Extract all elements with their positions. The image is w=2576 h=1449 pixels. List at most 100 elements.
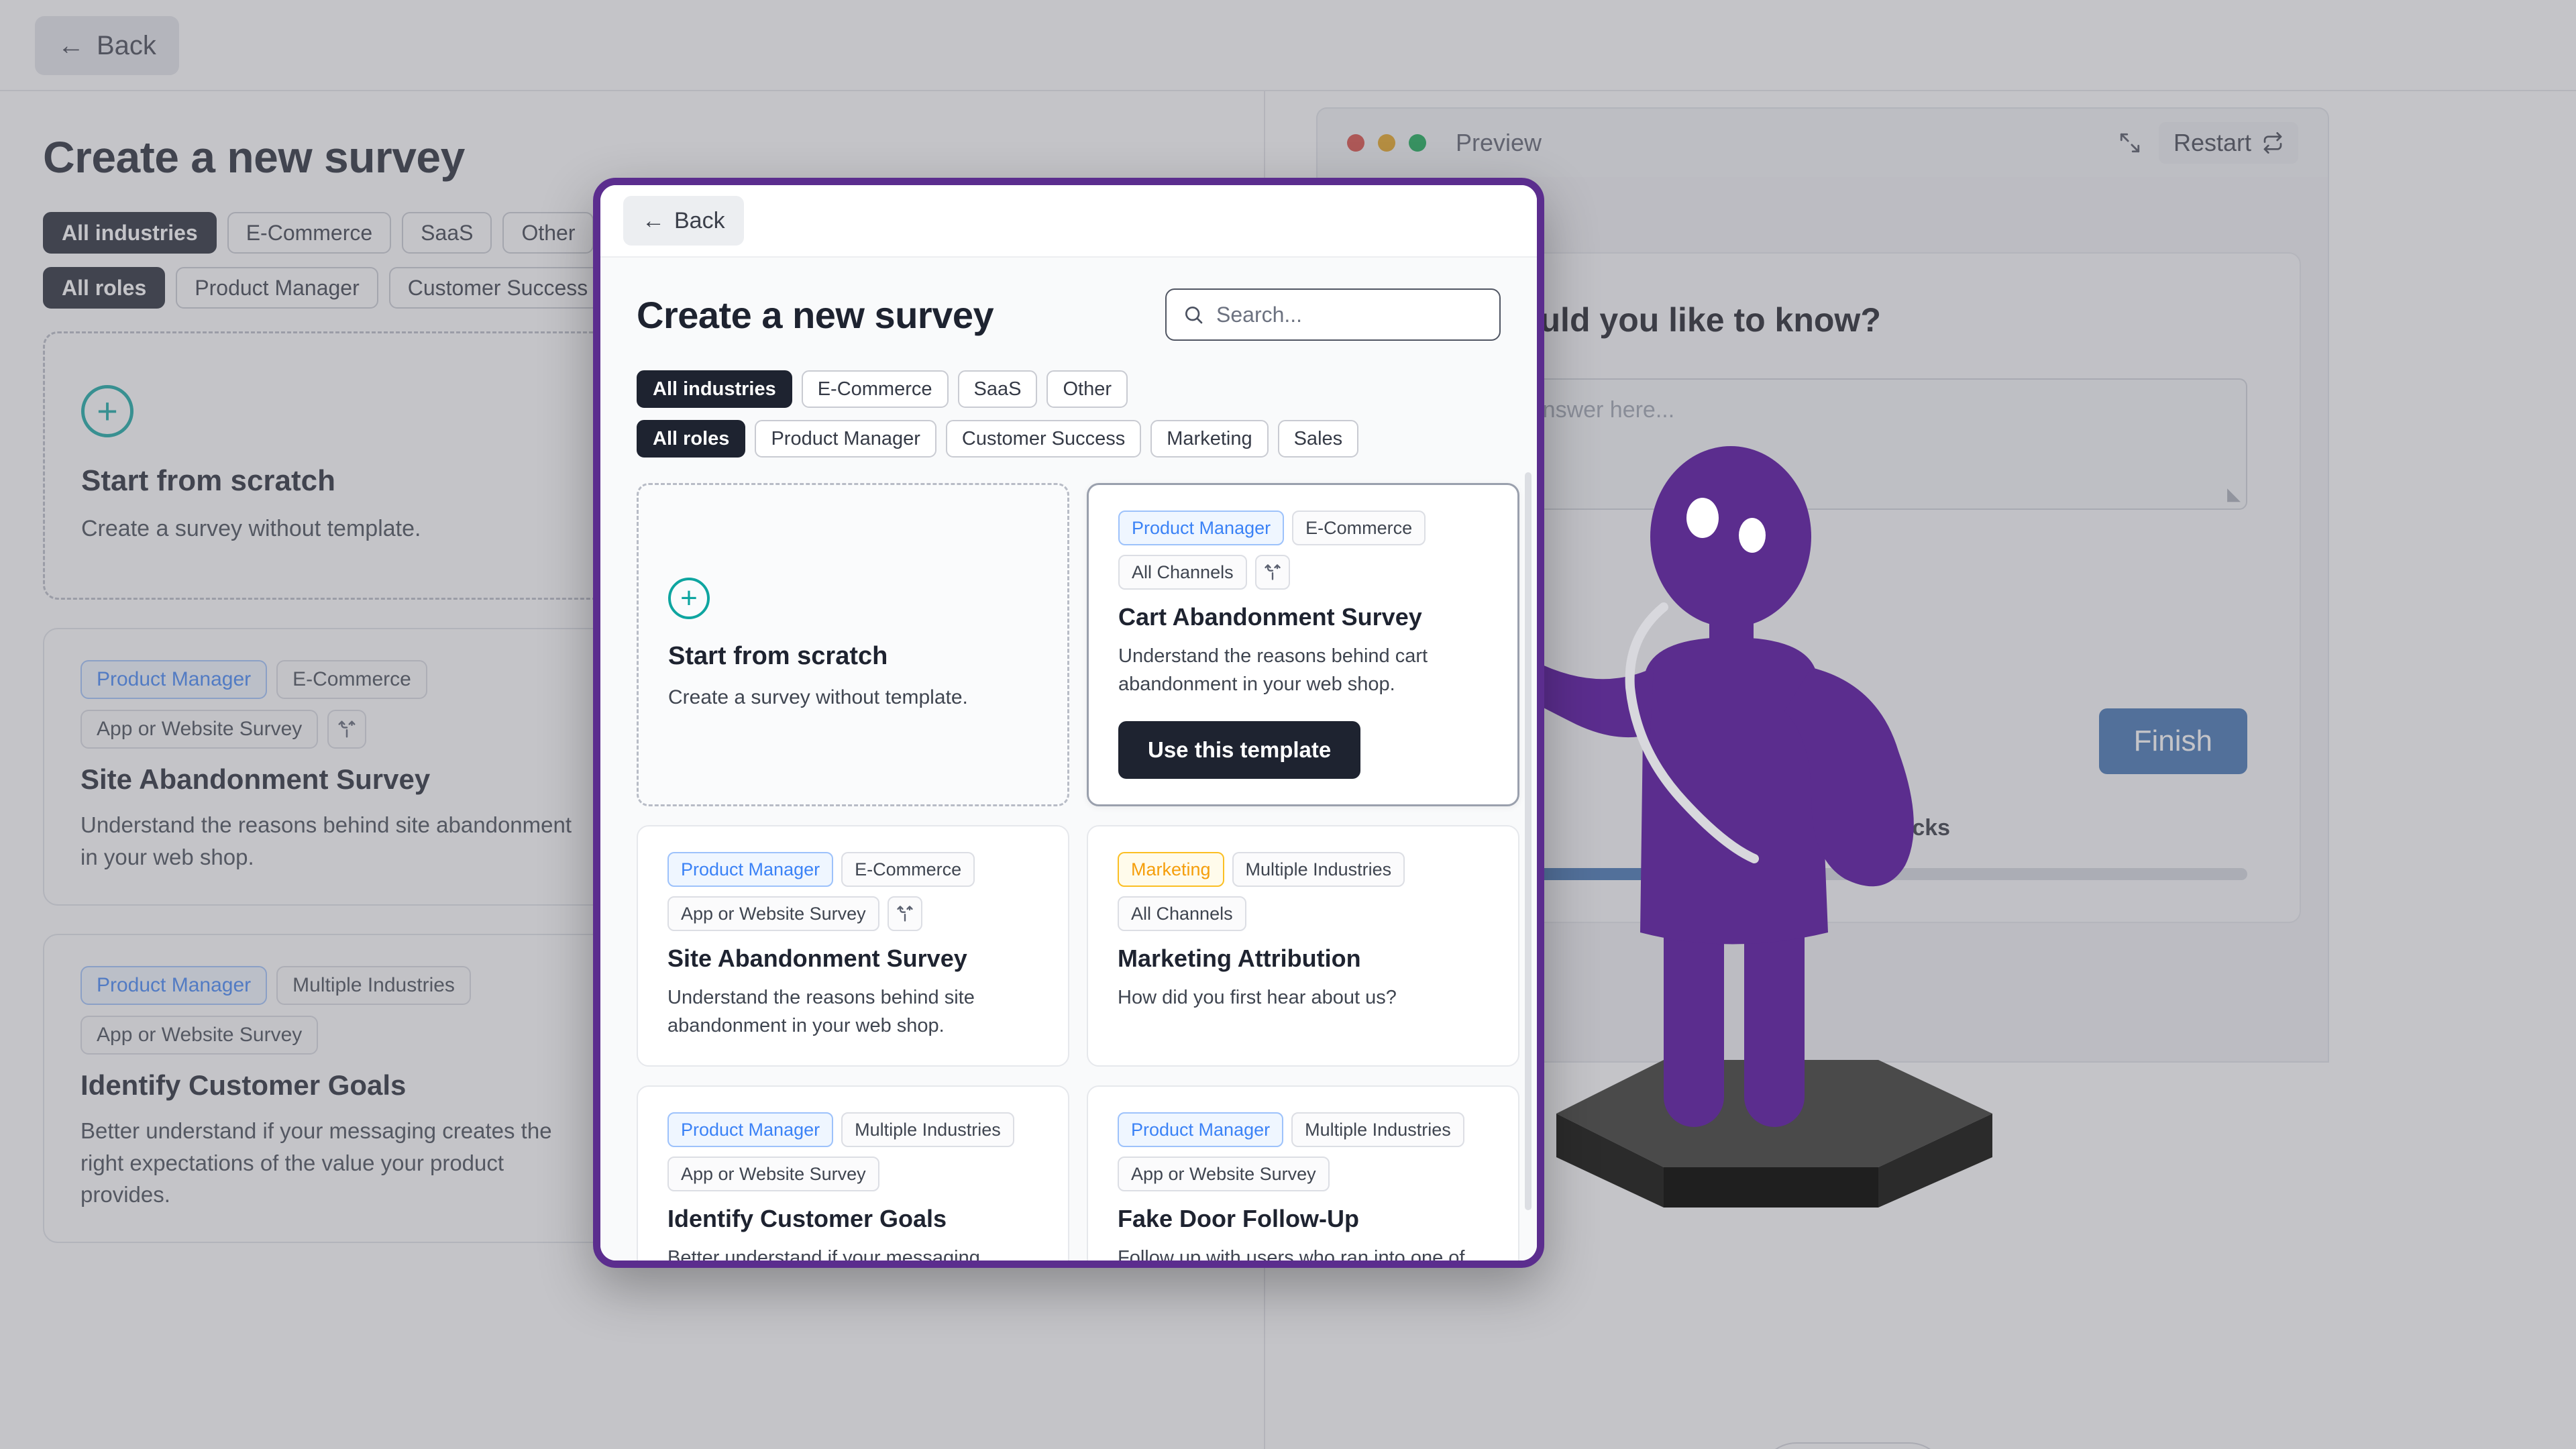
tag-industry: E-Commerce (276, 660, 427, 699)
back-arrow-icon: ← (58, 31, 85, 60)
tag-channel: All Channels (1118, 555, 1247, 590)
app-back-label: Back (97, 30, 156, 60)
modal-search-field[interactable]: Search... (1165, 288, 1501, 341)
restart-icon (2262, 132, 2284, 154)
app-back-button[interactable]: ← Back (35, 16, 179, 75)
card-description: Follow up with users who ran into one of… (1118, 1247, 1465, 1260)
card-title: Site Abandonment Survey (667, 945, 967, 973)
branching-icon (887, 896, 922, 932)
background-page-title: Create a new survey (43, 132, 465, 182)
tag-channel: All Channels (1118, 896, 1246, 932)
tag-industry: E-Commerce (841, 852, 975, 888)
maximize-dot-icon[interactable] (1409, 134, 1426, 152)
card-tags-row-1: Marketing Multiple Industries (1118, 852, 1489, 888)
bg-card-tags: Product Manager E-Commerce (80, 660, 582, 699)
device-toggle[interactable] (1759, 1442, 1947, 1449)
tag-channel: App or Website Survey (667, 896, 879, 932)
bg-start-from-scratch-card[interactable]: + Start from scratch Create a survey wit… (43, 331, 620, 600)
bg-card2-tags-2: App or Website Survey (80, 1015, 582, 1055)
template-picker-modal: ← Back Create a new survey Search... All… (593, 178, 1544, 1268)
bg-role-pm[interactable]: Product Manager (176, 267, 378, 309)
modal-role-all[interactable]: All roles (637, 420, 746, 458)
modal-industry-other[interactable]: Other (1046, 370, 1128, 408)
finish-button[interactable]: Finish (2098, 708, 2247, 774)
plus-circle-icon: + (668, 577, 710, 619)
preview-window-chrome: Preview Restart (1316, 107, 2329, 177)
expand-icon[interactable] (2118, 131, 2141, 154)
minimize-dot-icon[interactable] (1378, 134, 1395, 152)
preview-window-label: Preview (1456, 129, 1542, 156)
modal-role-pm[interactable]: Product Manager (755, 420, 936, 458)
tag-role: Product Manager (80, 660, 268, 699)
card-tags-row-1: Product Manager Multiple Industries (1118, 1112, 1489, 1148)
modal-back-label: Back (674, 207, 725, 233)
modal-topbar: ← Back (600, 185, 1537, 258)
modal-role-sales[interactable]: Sales (1277, 420, 1359, 458)
tag-channel: App or Website Survey (80, 1015, 319, 1055)
tag-role: Product Manager (80, 965, 268, 1005)
mannequin-figure (1462, 436, 2066, 1241)
modal-industry-ecommerce[interactable]: E-Commerce (801, 370, 949, 408)
modal-start-from-scratch-card[interactable]: + Start from scratch Create a survey wit… (637, 483, 1069, 807)
bg-card-title: Site Abandonment Survey (80, 763, 431, 795)
bg-template-card-site-abandonment[interactable]: Product Manager E-Commerce App or Websit… (43, 628, 620, 906)
tag-role: Product Manager (667, 1112, 834, 1148)
bg-industry-ecommerce[interactable]: E-Commerce (227, 212, 392, 254)
app-topbar: ← Back (0, 0, 2576, 91)
modal-search-placeholder: Search... (1216, 302, 1303, 327)
modal-template-card-marketing-attribution[interactable]: Marketing Multiple Industries All Channe… (1087, 825, 1519, 1067)
card-description: Better understand if your messaging crea… (667, 1247, 980, 1260)
card-title: Marketing Attribution (1118, 945, 1361, 973)
use-this-template-button[interactable]: Use this template (1118, 721, 1361, 780)
modal-scratch-title: Start from scratch (668, 641, 888, 670)
modal-role-filters: All roles Product Manager Customer Succe… (637, 420, 1501, 458)
card-tags-row-2: All Channels (1118, 896, 1489, 932)
tag-industry: Multiple Industries (841, 1112, 1014, 1148)
bg-scratch-desc: Create a survey without template. (81, 516, 421, 542)
bg-role-cs[interactable]: Customer Success (388, 267, 607, 309)
card-tags-row-2: App or Website Survey (1118, 1157, 1489, 1192)
card-tags-row-2: App or Website Survey (667, 896, 1038, 932)
card-tags-row-1: Product Manager E-Commerce (1118, 511, 1488, 545)
plus-circle-icon: + (81, 385, 133, 438)
modal-template-card-site-abandonment[interactable]: Product Manager E-Commerce App or Websit… (637, 825, 1069, 1067)
card-title: Fake Door Follow-Up (1118, 1205, 1359, 1233)
modal-role-marketing[interactable]: Marketing (1150, 420, 1269, 458)
card-tags-row-1: Product Manager Multiple Industries (667, 1112, 1038, 1148)
branching-icon (1254, 555, 1290, 590)
bg-card2-tags: Product Manager Multiple Industries (80, 965, 582, 1005)
modal-template-card-cart-abandonment[interactable]: Product Manager E-Commerce All Channels … (1087, 483, 1519, 807)
bg-role-all[interactable]: All roles (43, 267, 166, 309)
modal-industry-all[interactable]: All industries (637, 370, 792, 408)
bg-card-desc: Understand the reasons behind site aband… (80, 812, 572, 869)
tag-role: Product Manager (1118, 511, 1285, 545)
search-icon (1183, 304, 1204, 325)
tag-role: Marketing (1118, 852, 1224, 888)
close-dot-icon[interactable] (1347, 134, 1364, 152)
resize-grip-icon[interactable]: ◢ (2227, 484, 2241, 504)
card-tags-row-2: All Channels (1118, 555, 1488, 590)
modal-industry-saas[interactable]: SaaS (957, 370, 1038, 408)
card-title: Identify Customer Goals (667, 1205, 947, 1233)
back-arrow-icon: ← (642, 207, 665, 233)
tag-channel: App or Website Survey (80, 710, 319, 749)
bg-template-card-identify-customer-goals[interactable]: Product Manager Multiple Industries App … (43, 933, 620, 1244)
modal-scrollbar[interactable] (1525, 472, 1532, 1210)
bg-industry-other[interactable]: Other (502, 212, 594, 254)
modal-header: Create a new survey Search... (637, 288, 1501, 341)
bg-industry-saas[interactable]: SaaS (402, 212, 492, 254)
branching-icon (327, 710, 367, 749)
modal-scratch-desc: Create a survey without template. (668, 686, 968, 708)
modal-card-grid: + Start from scratch Create a survey wit… (637, 483, 1519, 1260)
tag-role: Product Manager (667, 852, 834, 888)
bg-industry-all[interactable]: All industries (43, 212, 217, 254)
modal-role-cs[interactable]: Customer Success (945, 420, 1142, 458)
bg-card2-desc: Better understand if your messaging crea… (80, 1118, 552, 1208)
modal-body: Create a new survey Search... All indust… (600, 258, 1537, 1260)
bg-scratch-title: Start from scratch (81, 464, 336, 498)
modal-back-button[interactable]: ← Back (623, 196, 744, 246)
restart-button[interactable]: Restart (2158, 122, 2298, 164)
modal-template-card-fake-door-follow-up[interactable]: Product Manager Multiple Industries App … (1087, 1085, 1519, 1260)
card-title: Cart Abandonment Survey (1118, 603, 1422, 631)
modal-template-card-identify-customer-goals[interactable]: Product Manager Multiple Industries App … (637, 1085, 1069, 1260)
